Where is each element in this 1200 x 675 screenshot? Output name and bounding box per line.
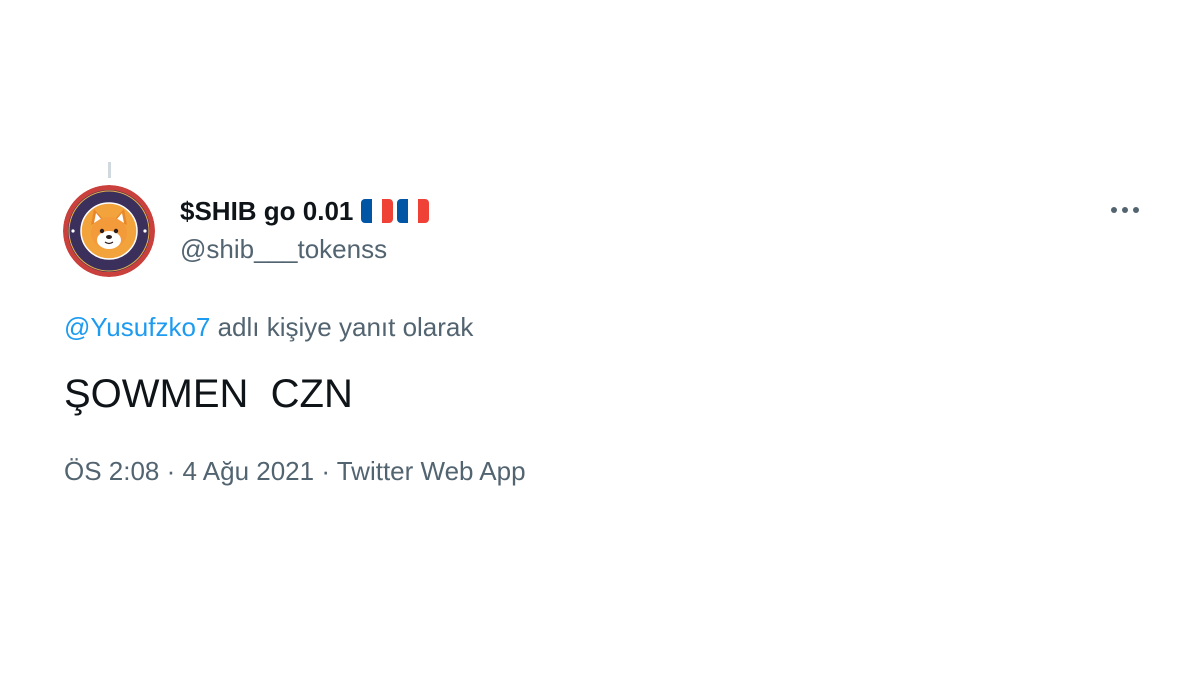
shiba-inu-avatar-icon bbox=[63, 185, 155, 277]
tweet-source-link[interactable]: Twitter Web App bbox=[337, 456, 526, 486]
meta-separator: · bbox=[314, 456, 337, 486]
tweet-card: $SHIB go 0.01 @shib___tokenss @Yusufzko7… bbox=[0, 0, 1200, 675]
more-options-button[interactable] bbox=[1100, 194, 1150, 226]
display-name[interactable]: $SHIB go 0.01 bbox=[180, 196, 353, 227]
more-horizontal-icon bbox=[1111, 207, 1139, 213]
fr-flag-icon bbox=[361, 199, 394, 223]
tweet-metadata: ÖS 2:08 · 4 Ağu 2021 · Twitter Web App bbox=[64, 456, 526, 487]
avatar[interactable] bbox=[63, 185, 155, 277]
fr-flag-icon bbox=[397, 199, 430, 223]
reply-context-text: adlı kişiye yanıt olarak bbox=[210, 312, 474, 342]
tweet-text: ŞOWMEN CZN bbox=[64, 372, 353, 416]
thread-connector-line bbox=[108, 162, 111, 178]
reply-mention-link[interactable]: @Yusufzko7 bbox=[64, 312, 210, 342]
meta-separator: · bbox=[159, 456, 183, 486]
user-handle[interactable]: @shib___tokenss bbox=[180, 234, 387, 265]
reply-context: @Yusufzko7 adlı kişiye yanıt olarak bbox=[64, 312, 473, 343]
tweet-time-link[interactable]: ÖS 2:08 bbox=[64, 456, 159, 486]
tweet-date-link[interactable]: 4 Ağu 2021 bbox=[183, 456, 315, 486]
display-name-row[interactable]: $SHIB go 0.01 bbox=[180, 194, 430, 228]
